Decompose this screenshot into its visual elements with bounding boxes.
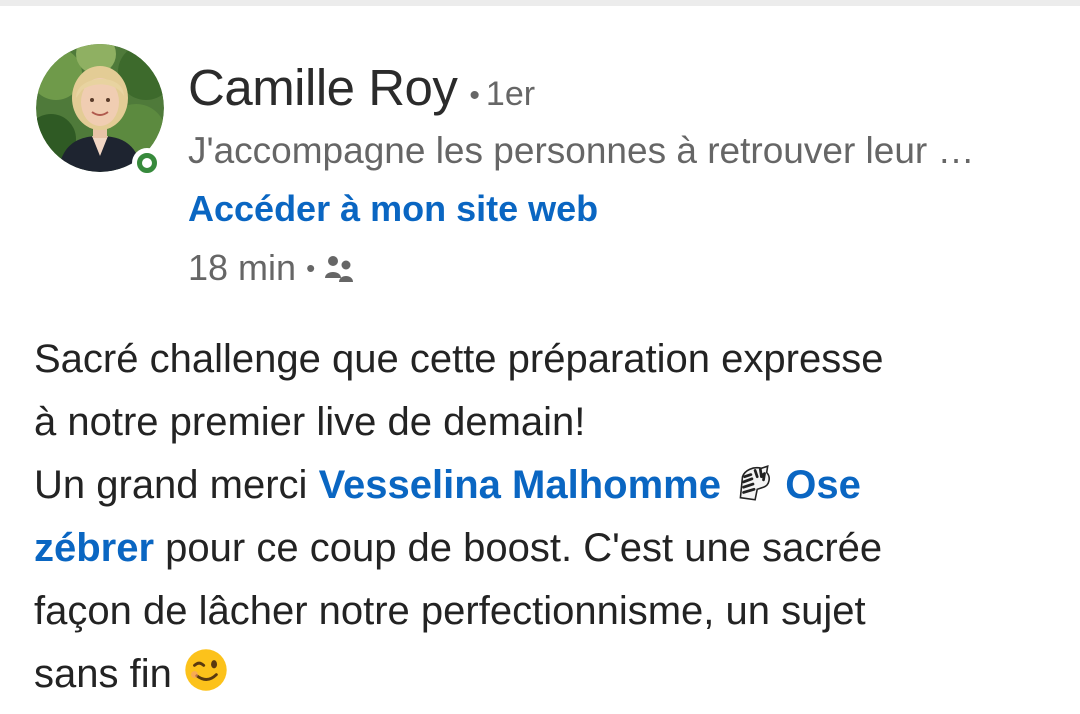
post-line: à notre premier live de demain! (34, 400, 586, 444)
wink-emoji (185, 649, 227, 691)
name-separator: • (469, 79, 480, 112)
post-line: zébrer pour ce coup de boost. C'est une … (34, 517, 1054, 580)
author-headline: J'accompagne les personnes à retrouver l… (188, 130, 975, 171)
website-link[interactable]: Accéder à mon site web (188, 188, 598, 230)
online-status-indicator (132, 148, 162, 178)
mention-link[interactable]: Vesselina Malhomme Ose (319, 463, 861, 507)
post-body: Sacré challenge que cette préparation ex… (34, 328, 1054, 706)
mention-name: Vesselina Malhomme (318, 463, 721, 507)
mention-link-continued[interactable]: zébrer (34, 526, 154, 570)
author-avatar[interactable] (36, 44, 166, 178)
post-text: pour ce coup de boost. C'est une sacrée (154, 526, 883, 570)
author-name[interactable]: Camille Roy (188, 58, 458, 117)
zebra-emoji (739, 465, 771, 501)
connections-only-icon (325, 256, 354, 282)
post-line: façon de lâcher notre perfectionnisme, u… (34, 589, 866, 633)
feed-post: Camille Roy • 1er J'accompagne les perso… (0, 6, 1080, 714)
thanks-text: Un grand merci (34, 463, 319, 507)
post-text: sans fin (34, 652, 172, 696)
post-line: Sacré challenge que cette préparation ex… (34, 337, 884, 381)
meta-separator: • (306, 252, 316, 283)
post-line: sans fin (34, 643, 1054, 706)
connection-degree: 1er (485, 75, 536, 113)
author-name-row: Camille Roy • 1er (188, 58, 535, 124)
post-line: Un grand merci Vesselina Malhomme Ose (34, 454, 1054, 517)
post-meta: 18 min • (188, 244, 355, 292)
post-time: 18 min (188, 247, 297, 288)
mention-suffix-1: Ose (785, 463, 861, 507)
online-dot (137, 153, 157, 173)
